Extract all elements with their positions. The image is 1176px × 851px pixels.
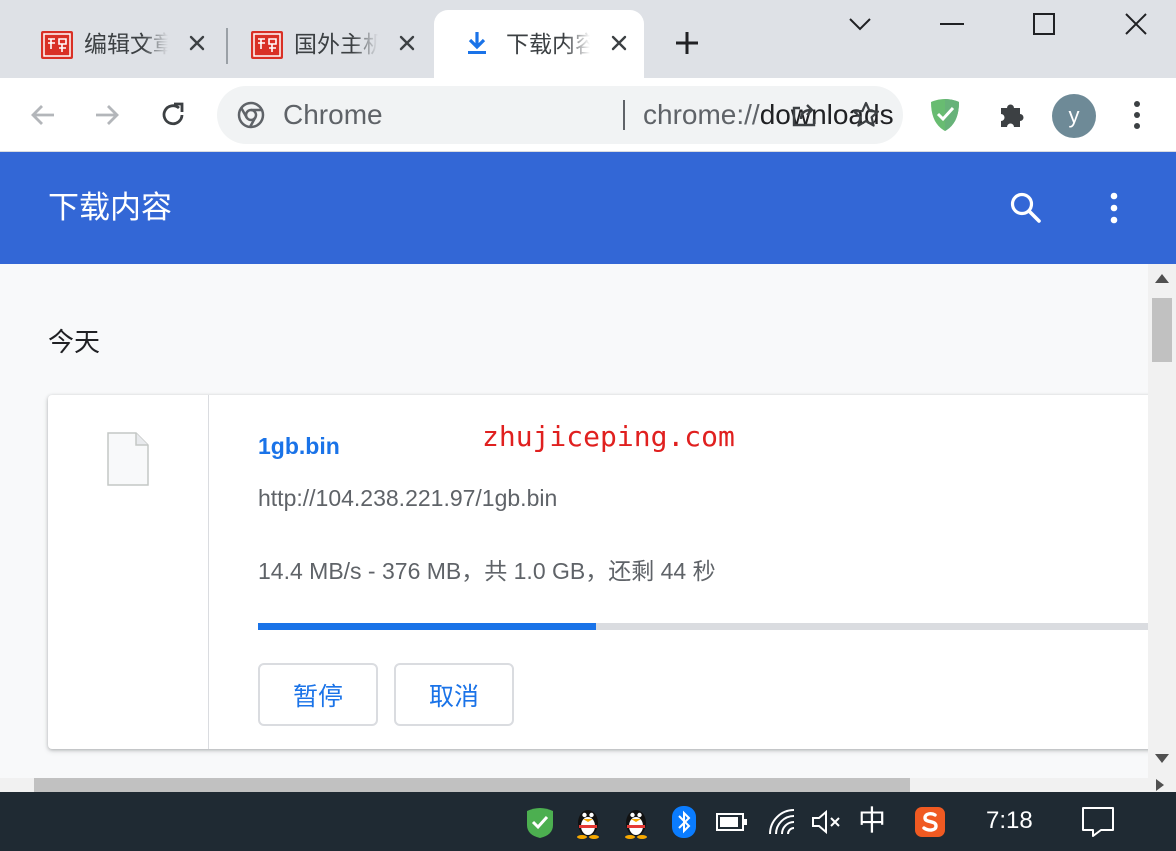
download-filename-link[interactable]: 1gb.bin [258, 431, 340, 461]
forward-button[interactable] [84, 92, 130, 138]
action-center-button[interactable] [1080, 804, 1116, 840]
minimize-button[interactable] [932, 6, 972, 42]
arrow-right-icon [96, 105, 119, 125]
close-icon [1125, 13, 1147, 35]
browser-window: 编辑文章 国外主机 下载内容 Chrome chrome://downloads… [0, 0, 1176, 851]
star-icon [852, 101, 880, 127]
page-title: 下载内容 [48, 190, 172, 226]
close-window-button[interactable] [1116, 6, 1156, 42]
download-item-card: 1gb.bin zhujiceping.com http://104.238.2… [48, 395, 1158, 749]
site-chip-label: Chrome [283, 99, 383, 130]
horizontal-scrollbar[interactable] [0, 778, 1176, 792]
tab-title: 编辑文章 [84, 32, 168, 58]
pause-button[interactable]: 暂停 [258, 663, 378, 726]
arrow-left-icon [31, 105, 54, 125]
close-icon[interactable] [186, 32, 208, 54]
watermark-text: zhujiceping.com [482, 420, 735, 453]
download-progress-bar [258, 623, 1158, 630]
adguard-extension-button[interactable] [922, 92, 968, 138]
back-button[interactable] [20, 92, 66, 138]
scrollbar-thumb[interactable] [34, 778, 910, 792]
more-vert-icon [1110, 192, 1118, 224]
taskbar-clock[interactable]: 7:18 [986, 806, 1033, 836]
share-button[interactable] [781, 92, 827, 138]
more-vert-icon [1134, 101, 1140, 129]
bluetooth-icon[interactable] [666, 804, 702, 840]
maximize-icon [1033, 13, 1055, 35]
download-status: 14.4 MB/s - 376 MB，共 1.0 GB，还剩 44 秒 [258, 558, 716, 584]
new-tab-button[interactable] [664, 20, 710, 66]
reload-button[interactable] [150, 92, 196, 138]
chrome-menu-button[interactable] [1114, 92, 1160, 138]
search-downloads-button[interactable] [1004, 186, 1048, 230]
bookmark-button[interactable] [843, 92, 889, 138]
scrollbar-thumb[interactable] [1152, 298, 1172, 362]
download-source-url[interactable]: http://104.238.221.97/1gb.bin [258, 483, 557, 513]
reload-icon [162, 102, 184, 126]
file-icon-column [48, 395, 209, 749]
tab-downloads[interactable]: 下载内容 [434, 10, 644, 78]
extensions-button[interactable] [988, 92, 1034, 138]
windows-taskbar: 中 7:18 [0, 792, 1176, 851]
tab-search-button[interactable] [840, 6, 880, 42]
qq-penguin-icon[interactable] [618, 804, 654, 840]
seal-favicon-icon [40, 30, 74, 60]
downloads-content: 今天 1gb.bin zhujiceping.com http://104.23… [0, 264, 1176, 778]
notification-icon [1082, 807, 1114, 837]
chevron-down-icon [849, 18, 871, 31]
downloads-menu-button[interactable] [1094, 186, 1134, 230]
browser-toolbar: Chrome chrome://downloads y [0, 78, 1176, 152]
ime-indicator[interactable]: 中 [858, 804, 886, 838]
downloads-header: 下载内容 [0, 152, 1176, 264]
scroll-down-arrow-icon[interactable] [1155, 754, 1169, 763]
seal-favicon-icon [250, 30, 284, 60]
url-scheme: chrome:// [643, 99, 760, 130]
date-group-label: 今天 [48, 328, 101, 358]
download-progress-fill [258, 623, 597, 630]
battery-icon[interactable] [714, 804, 750, 840]
share-icon [792, 104, 816, 127]
omnibox-divider [623, 100, 625, 130]
puzzle-icon [1001, 104, 1024, 127]
wifi-icon[interactable] [766, 804, 802, 840]
tab-title: 国外主机 [294, 32, 378, 58]
vertical-scrollbar[interactable] [1148, 264, 1176, 778]
file-icon [106, 431, 150, 487]
security-tray-icon[interactable] [522, 804, 558, 840]
tab-foreign-hosting[interactable]: 国外主机 [222, 10, 432, 78]
minimize-icon [940, 23, 964, 25]
search-icon [1010, 192, 1041, 223]
close-icon[interactable] [608, 32, 630, 54]
qq-penguin-icon[interactable] [570, 804, 606, 840]
tab-strip: 编辑文章 国外主机 下载内容 [0, 0, 1176, 78]
scroll-right-arrow-icon[interactable] [1156, 779, 1164, 791]
cancel-button[interactable]: 取消 [394, 663, 514, 726]
shield-check-icon [931, 99, 959, 131]
tab-edit-article[interactable]: 编辑文章 [12, 10, 222, 78]
profile-avatar[interactable]: y [1052, 94, 1096, 138]
scroll-up-arrow-icon[interactable] [1155, 274, 1169, 283]
volume-muted-icon[interactable] [808, 804, 844, 840]
tab-title: 下载内容 [506, 32, 590, 58]
sogou-ime-icon[interactable] [912, 804, 948, 840]
maximize-button[interactable] [1024, 6, 1064, 42]
address-bar[interactable]: Chrome chrome://downloads [217, 86, 903, 144]
close-icon[interactable] [396, 32, 418, 54]
chrome-logo-icon [237, 101, 265, 129]
plus-icon [676, 32, 698, 54]
download-icon [462, 28, 496, 58]
